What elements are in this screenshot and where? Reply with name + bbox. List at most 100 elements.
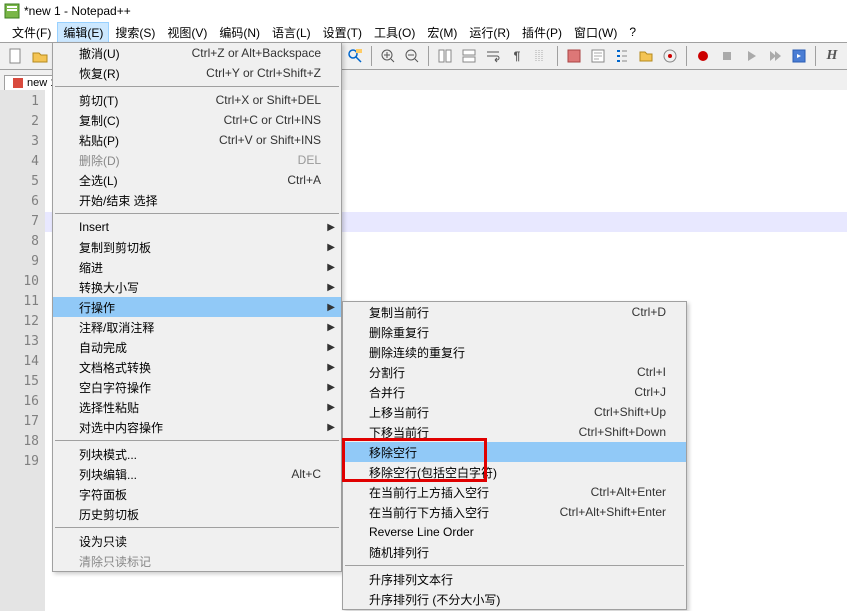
edit-menu-item[interactable]: 历史剪切板 [53,504,341,524]
edit-menu-item[interactable]: 开始/结束 选择 [53,190,341,210]
line-number: 1 [0,92,39,112]
submenu-arrow-icon: ▶ [327,422,335,433]
menu-item-shortcut: Ctrl+Y or Ctrl+Shift+Z [182,66,321,80]
edit-menu-item[interactable]: 列块编辑...Alt+C [53,464,341,484]
menu-item-shortcut: Ctrl+X or Shift+DEL [192,93,321,107]
menu-item-label: 删除重复行 [369,324,666,341]
open-file-icon[interactable] [30,46,50,66]
line-menu-item[interactable]: 移除空行 [343,442,686,462]
show-all-chars-icon[interactable]: ¶ [507,46,527,66]
line-menu-item[interactable]: 复制当前行Ctrl+D [343,302,686,322]
line-menu-item[interactable]: Reverse Line Order [343,522,686,542]
menu-搜索(S)[interactable]: 搜索(S) [109,22,161,43]
edit-menu: 撤消(U)Ctrl+Z or Alt+Backspace恢复(R)Ctrl+Y … [52,42,342,572]
submenu-arrow-icon: ▶ [327,242,335,253]
edit-menu-item[interactable]: 缩进▶ [53,257,341,277]
line-menu-item[interactable]: 在当前行上方插入空行Ctrl+Alt+Enter [343,482,686,502]
edit-menu-item[interactable]: 字符面板 [53,484,341,504]
indent-guide-icon[interactable] [531,46,551,66]
sync-h-icon[interactable] [459,46,479,66]
line-menu-item[interactable]: 在当前行下方插入空行Ctrl+Alt+Shift+Enter [343,502,686,522]
menu-item-shortcut: Ctrl+Shift+Up [570,405,666,419]
titlebar: *new 1 - Notepad++ [0,0,847,22]
edit-menu-item[interactable]: 列块模式... [53,444,341,464]
edit-menu-item[interactable]: 注释/取消注释▶ [53,317,341,337]
line-menu-item[interactable]: 合并行Ctrl+J [343,382,686,402]
edit-menu-item[interactable]: 粘贴(P)Ctrl+V or Shift+INS [53,130,341,150]
submenu-arrow-icon: ▶ [327,382,335,393]
record-macro-icon[interactable] [693,46,713,66]
menu-item-shortcut: Ctrl+D [608,305,666,319]
menu-视图(V)[interactable]: 视图(V) [161,22,213,43]
menu-插件(P)[interactable]: 插件(P) [516,22,568,43]
new-file-icon[interactable] [6,46,26,66]
replace-icon[interactable] [345,46,365,66]
menu-item-label: 上移当前行 [369,404,570,421]
sync-v-icon[interactable] [435,46,455,66]
line-number: 8 [0,232,39,252]
folder-panel-icon[interactable] [636,46,656,66]
menu-item-shortcut: DEL [274,153,321,167]
line-number: 6 [0,192,39,212]
edit-menu-item[interactable]: 剪切(T)Ctrl+X or Shift+DEL [53,90,341,110]
lang-icon[interactable] [564,46,584,66]
edit-menu-item[interactable]: 转换大小写 ▶ [53,277,341,297]
separator [686,46,687,66]
line-menu-item[interactable]: 移除空行(包括空白字符) [343,462,686,482]
menu-工具(O)[interactable]: 工具(O) [368,22,421,43]
submenu-arrow-icon: ▶ [327,282,335,293]
menu-item-label: 字符面板 [79,486,321,503]
bold-h-icon[interactable]: H [822,46,842,66]
save-macro-icon[interactable] [789,46,809,66]
menu-编码(N)[interactable]: 编码(N) [213,22,266,43]
menu-?[interactable]: ? [623,23,642,41]
edit-menu-item[interactable]: 复制(C)Ctrl+C or Ctrl+INS [53,110,341,130]
line-number: 2 [0,112,39,132]
line-menu-item[interactable]: 删除连续的重复行 [343,342,686,362]
line-menu-item[interactable]: 升序排列文本行 [343,569,686,589]
menu-窗口(W)[interactable]: 窗口(W) [568,22,623,43]
monitor-icon[interactable] [660,46,680,66]
edit-menu-item[interactable]: 空白字符操作▶ [53,377,341,397]
edit-menu-item[interactable]: 复制到剪切板▶ [53,237,341,257]
line-menu-item[interactable]: 随机排列行 [343,542,686,562]
menu-item-label: 列块模式... [79,446,321,463]
edit-menu-item[interactable]: 选择性粘贴▶ [53,397,341,417]
menu-item-label: 清除只读标记 [79,553,321,570]
line-menu-item[interactable]: 下移当前行Ctrl+Shift+Down [343,422,686,442]
zoom-in-icon[interactable] [378,46,398,66]
line-menu-item[interactable]: 升序排列行 (不分大小写) [343,589,686,609]
edit-menu-item[interactable]: Insert▶ [53,217,341,237]
submenu-arrow-icon: ▶ [327,322,335,333]
func-list-icon[interactable] [612,46,632,66]
line-menu-item[interactable]: 上移当前行Ctrl+Shift+Up [343,402,686,422]
edit-menu-item[interactable]: 自动完成▶ [53,337,341,357]
menu-item-label: 剪切(T) [79,92,192,109]
play-multi-icon[interactable] [765,46,785,66]
menu-文件(F)[interactable]: 文件(F) [6,22,57,43]
play-macro-icon[interactable] [741,46,761,66]
menu-separator [55,86,339,87]
window-title: *new 1 - Notepad++ [24,4,131,18]
menu-语言(L)[interactable]: 语言(L) [266,22,317,43]
edit-menu-item[interactable]: 对选中内容操作▶ [53,417,341,437]
wrap-icon[interactable] [483,46,503,66]
stop-macro-icon[interactable] [717,46,737,66]
menu-运行(R)[interactable]: 运行(R) [463,22,516,43]
edit-menu-item[interactable]: 文档格式转换▶ [53,357,341,377]
edit-menu-item[interactable]: 行操作▶ [53,297,341,317]
menu-宏(M)[interactable]: 宏(M) [421,22,463,43]
edit-menu-item[interactable]: 恢复(R)Ctrl+Y or Ctrl+Shift+Z [53,63,341,83]
edit-menu-item[interactable]: 设为只读 [53,531,341,551]
edit-menu-item[interactable]: 撤消(U)Ctrl+Z or Alt+Backspace [53,43,341,63]
doc-map-icon[interactable] [588,46,608,66]
menu-设置(T)[interactable]: 设置(T) [317,22,368,43]
zoom-out-icon[interactable] [402,46,422,66]
menu-item-label: 转换大小写 [79,279,321,296]
menu-编辑(E)[interactable]: 编辑(E) [57,22,109,43]
line-menu-item[interactable]: 分割行Ctrl+I [343,362,686,382]
submenu-arrow-icon: ▶ [327,302,335,313]
menu-item-shortcut: Ctrl+Z or Alt+Backspace [168,46,321,60]
edit-menu-item[interactable]: 全选(L)Ctrl+A [53,170,341,190]
line-menu-item[interactable]: 删除重复行 [343,322,686,342]
